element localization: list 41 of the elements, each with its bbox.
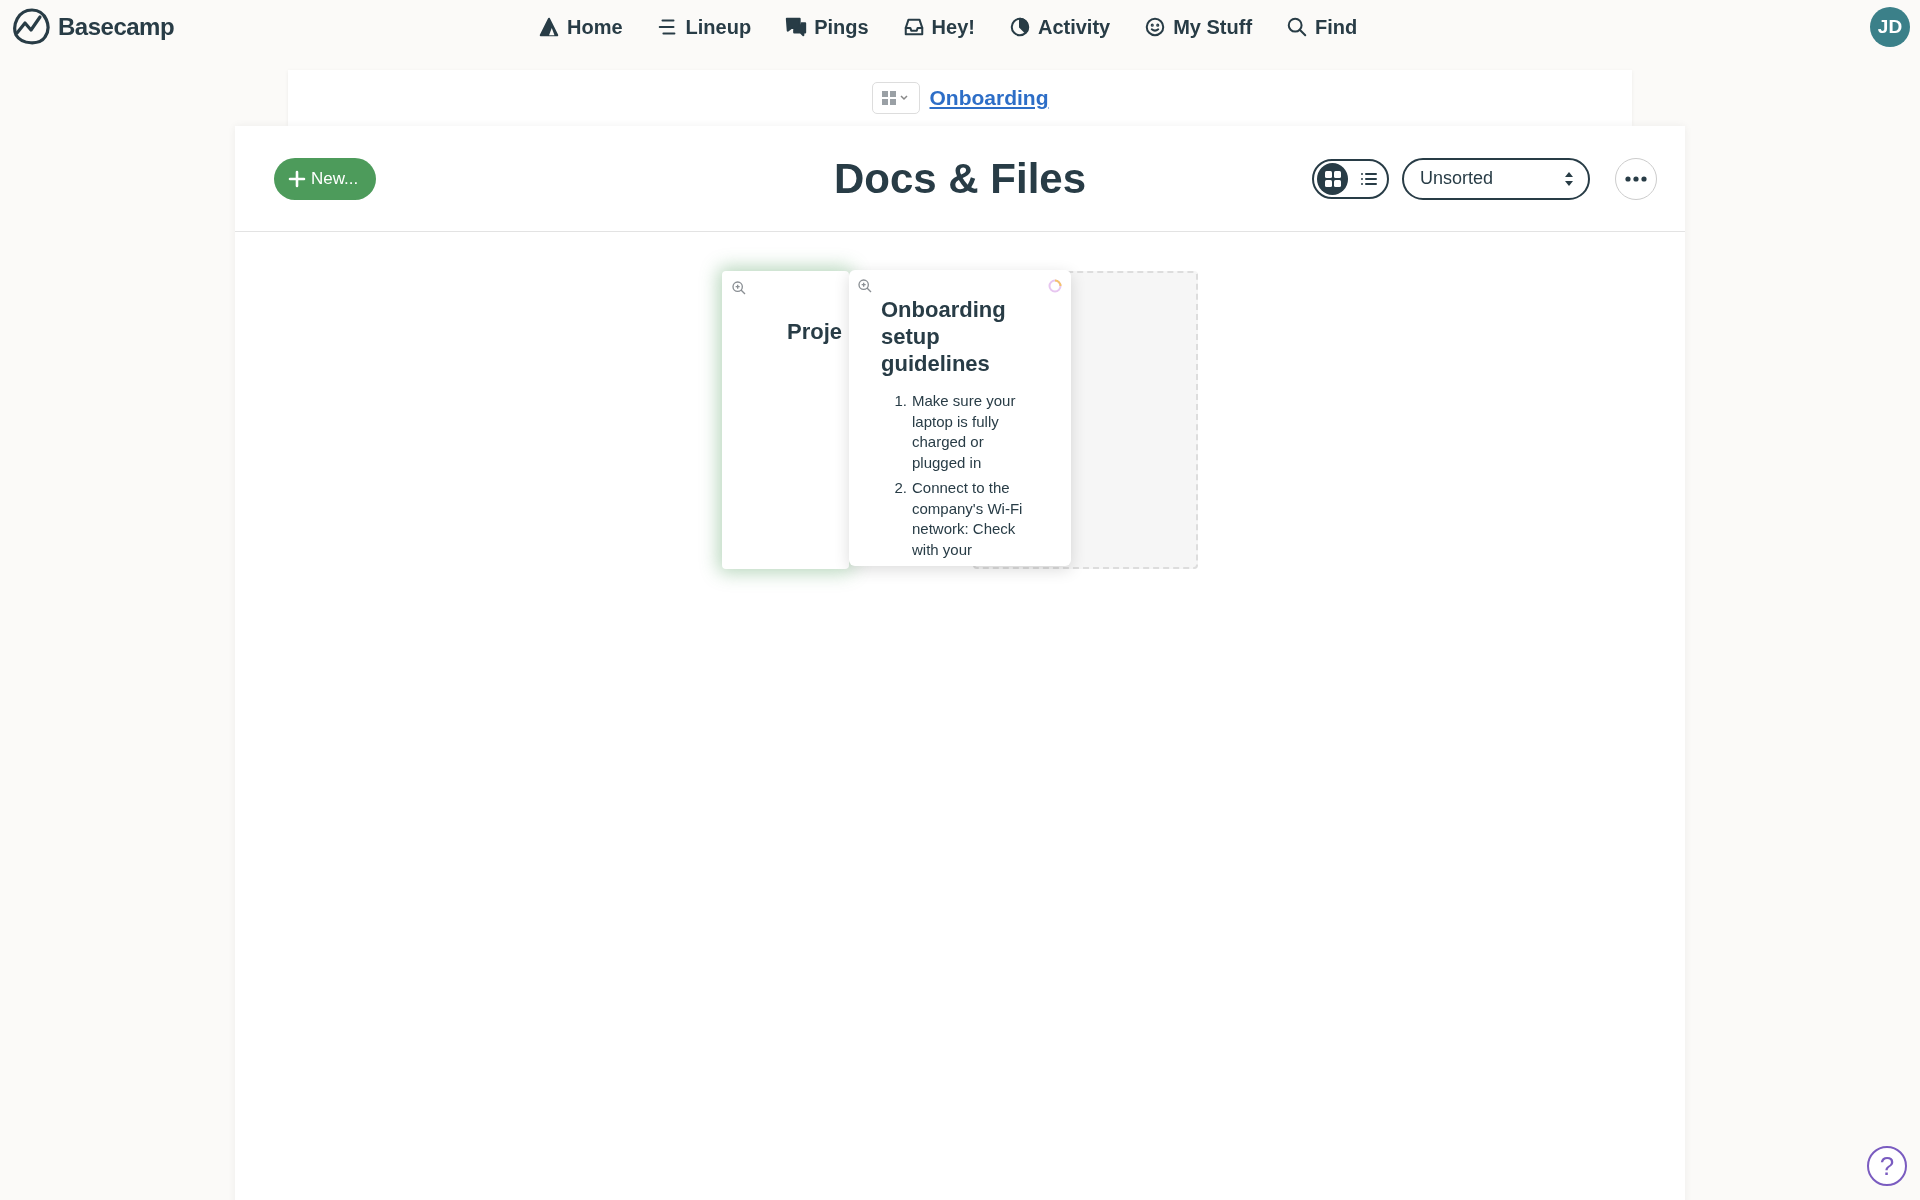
ellipsis-icon [1625, 175, 1647, 182]
tent-icon [538, 16, 560, 38]
list-icon [1360, 171, 1377, 186]
zoom-in-icon[interactable] [731, 280, 747, 296]
page-title: Docs & Files [833, 154, 1087, 202]
grid-view-button[interactable] [1317, 162, 1348, 195]
grid-icon [882, 91, 896, 105]
nav-link[interactable]: Pings [785, 15, 869, 39]
list-number: 2. [893, 478, 907, 498]
zoom-in-icon[interactable] [857, 278, 873, 294]
user-avatar[interactable]: JD [1870, 7, 1910, 47]
list-item: Make sure your laptop is fully charged or plugged in [912, 391, 1017, 473]
dragged-document-card[interactable]: Onboarding setup guidelines 1. Make sure your laptop is fully charged or plugged in 2. Connect to the company's Wi-Fi network: Check with your [849, 270, 1071, 566]
sort-select[interactable]: Unsorted [1402, 157, 1590, 200]
nav-link[interactable]: Find [1286, 15, 1358, 39]
project-switcher[interactable] [871, 82, 920, 114]
nav-link[interactable]: Home [538, 15, 623, 39]
nav-link[interactable]: Lineup [656, 15, 752, 39]
more-button[interactable] [1615, 157, 1657, 200]
pie-clock-icon [1008, 16, 1031, 38]
smiley-icon [1144, 16, 1167, 38]
document-card[interactable]: Proje [722, 271, 849, 569]
nav-link[interactable]: Activity [1008, 15, 1111, 39]
list-item: Connect to the company's Wi-Fi network: Check with your [912, 478, 1024, 560]
logo-icon [10, 7, 52, 47]
app-name: Basecamp [58, 13, 175, 41]
card-title: Proje [787, 319, 843, 345]
list-number: 1. [893, 391, 907, 411]
chat-bubbles-icon [785, 16, 808, 38]
help-button[interactable]: ? [1867, 1146, 1907, 1186]
nav-link[interactable]: My Stuff [1144, 15, 1253, 39]
caret-icon [899, 94, 909, 102]
project-link[interactable]: Onboarding [929, 86, 1049, 110]
grid-icon [1324, 170, 1341, 187]
nav-link[interactable]: Hey! [902, 15, 975, 39]
updown-caret-icon [1564, 170, 1574, 187]
inbox-tray-icon [902, 16, 925, 38]
loading-ring-icon [1048, 279, 1062, 293]
plus-icon [288, 169, 306, 188]
search-icon [1286, 16, 1309, 38]
card-title: Onboarding setup guidelines [881, 296, 1007, 377]
